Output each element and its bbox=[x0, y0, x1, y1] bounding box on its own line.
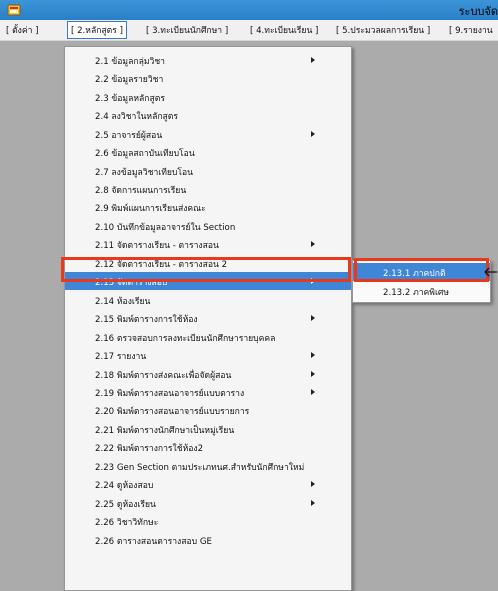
menu-settings[interactable]: [ ตั้งค่า ] bbox=[6, 23, 39, 37]
submenu-item-label: 2.13.2 ภาคพิเศษ bbox=[383, 288, 450, 298]
menu-item-label: 2.22 พิมพ์ตารางการใช้ห้อง2 bbox=[95, 444, 204, 454]
title-bar: ระบบจัด bbox=[0, 0, 498, 20]
menu-item-2-1[interactable]: 2.1 ข้อมูลกลุ่มวิชา bbox=[65, 51, 351, 69]
menu-item-2-14[interactable]: 2.14 ห้องเรียน bbox=[65, 291, 351, 309]
pointer-arrow-icon bbox=[484, 267, 497, 277]
menu-item-label: 2.7 ลงข้อมูลวิชาเทียบโอน bbox=[95, 168, 194, 178]
menu-item-2-18[interactable]: 2.18 พิมพ์ตารางส่งคณะเพื่อจัดผู้สอน bbox=[65, 365, 351, 383]
menu-grade-processing[interactable]: [ 5.ประมวลผลการเรียน ] bbox=[336, 23, 430, 37]
menu-item-label: 2.3 ข้อมูลหลักสูตร bbox=[95, 94, 165, 104]
menu-item-2-15[interactable]: 2.15 พิมพ์ตารางการใช้ห้อง bbox=[65, 309, 351, 327]
menu-item-label: 2.23 Gen Section ตามประเภทนศ.สำหรับนักศึ… bbox=[95, 463, 305, 473]
app-icon[interactable] bbox=[7, 3, 21, 17]
menu-item-2-7[interactable]: 2.7 ลงข้อมูลวิชาเทียบโอน bbox=[65, 162, 351, 180]
menu-item-label: 2.15 พิมพ์ตารางการใช้ห้อง bbox=[95, 315, 198, 325]
menu-item-label: 2.21 พิมพ์ตารางนักศึกษาเป็นหมู่เรียน bbox=[95, 426, 235, 436]
menu-item-label: 2.26 วิชาวิทักษะ bbox=[95, 518, 159, 528]
menu-item-2-17[interactable]: 2.17 รายงาน bbox=[65, 346, 351, 364]
menu-student-registry[interactable]: [ 3.ทะเบียนนักศึกษา ] bbox=[146, 23, 228, 37]
submenu-arrow-icon bbox=[311, 315, 315, 321]
menu-item-2-25[interactable]: 2.25 ดูห้องเรียน bbox=[65, 494, 351, 512]
menu-item-2-26-ge[interactable]: 2.26 ตารางสอนตารางสอบ GE bbox=[65, 531, 351, 549]
curriculum-dropdown-menu: 2.1 ข้อมูลกลุ่มวิชา 2.2 ข้อมูลรายวิชา 2.… bbox=[64, 46, 352, 591]
highlight-box-submenu-item bbox=[354, 258, 489, 282]
menu-item-2-4[interactable]: 2.4 ลงวิชาในหลักสูตร bbox=[65, 106, 351, 124]
menu-item-2-5[interactable]: 2.5 อาจารย์ผู้สอน bbox=[65, 125, 351, 143]
highlight-box-menu-item bbox=[61, 257, 351, 282]
menu-curriculum[interactable]: [ 2.หลักสูตร ] bbox=[67, 21, 127, 39]
menu-reports[interactable]: [ 9.รายงาน bbox=[449, 23, 493, 37]
submenu-arrow-icon bbox=[311, 500, 315, 506]
menu-item-2-20[interactable]: 2.20 พิมพ์ตารางสอนอาจารย์แบบรายการ bbox=[65, 401, 351, 419]
window-title: ระบบจัด bbox=[458, 5, 498, 18]
menu-item-label: 2.8 จัดการแผนการเรียน bbox=[95, 186, 187, 196]
menu-enrollment[interactable]: [ 4.ทะเบียนเรียน ] bbox=[250, 23, 318, 37]
menu-item-label: 2.10 บันทึกข้อมูลอาจารย์ใน Section bbox=[95, 223, 236, 233]
menu-item-2-9[interactable]: 2.9 พิมพ์แผนการเรียนส่งคณะ bbox=[65, 198, 351, 216]
menu-item-2-19[interactable]: 2.19 พิมพ์ตารางสอนอาจารย์แบบตาราง bbox=[65, 383, 351, 401]
menu-item-label: 2.19 พิมพ์ตารางสอนอาจารย์แบบตาราง bbox=[95, 389, 245, 399]
menu-item-2-6[interactable]: 2.6 ข้อมูลสถาบันเทียบโอน bbox=[65, 143, 351, 161]
menu-item-label: 2.9 พิมพ์แผนการเรียนส่งคณะ bbox=[95, 204, 206, 214]
menu-item-2-11[interactable]: 2.11 จัดตารางเรียน - ตารางสอน bbox=[65, 235, 351, 253]
submenu-arrow-icon bbox=[311, 481, 315, 487]
menu-item-2-26[interactable]: 2.26 วิชาวิทักษะ bbox=[65, 512, 351, 530]
menu-item-label: 2.6 ข้อมูลสถาบันเทียบโอน bbox=[95, 149, 195, 159]
submenu-arrow-icon bbox=[311, 241, 315, 247]
submenu-arrow-icon bbox=[311, 352, 315, 358]
menu-item-2-16[interactable]: 2.16 ตรวจสอบการลงทะเบียนนักศึกษารายบุคคล bbox=[65, 328, 351, 346]
menu-item-2-10[interactable]: 2.10 บันทึกข้อมูลอาจารย์ใน Section bbox=[65, 217, 351, 235]
menu-item-label: 2.1 ข้อมูลกลุ่มวิชา bbox=[95, 57, 165, 67]
menu-item-label: 2.24 ดูห้องสอบ bbox=[95, 481, 154, 491]
menu-item-2-21[interactable]: 2.21 พิมพ์ตารางนักศึกษาเป็นหมู่เรียน bbox=[65, 420, 351, 438]
submenu-arrow-icon bbox=[311, 371, 315, 377]
menu-item-label: 2.5 อาจารย์ผู้สอน bbox=[95, 131, 163, 141]
menu-item-label: 2.11 จัดตารางเรียน - ตารางสอน bbox=[95, 241, 219, 251]
menu-item-2-3[interactable]: 2.3 ข้อมูลหลักสูตร bbox=[65, 88, 351, 106]
submenu-arrow-icon bbox=[311, 131, 315, 137]
menu-item-label: 2.4 ลงวิชาในหลักสูตร bbox=[95, 112, 178, 122]
menu-item-2-24[interactable]: 2.24 ดูห้องสอบ bbox=[65, 475, 351, 493]
menu-item-2-2[interactable]: 2.2 ข้อมูลรายวิชา bbox=[65, 69, 351, 87]
menu-item-label: 2.14 ห้องเรียน bbox=[95, 297, 151, 307]
menu-item-label: 2.2 ข้อมูลรายวิชา bbox=[95, 75, 164, 85]
submenu-item-2-13-2[interactable]: 2.13.2 ภาคพิเศษ bbox=[353, 282, 490, 300]
submenu-arrow-icon bbox=[311, 57, 315, 63]
menu-item-label: 2.20 พิมพ์ตารางสอนอาจารย์แบบรายการ bbox=[95, 407, 250, 417]
menu-item-label: 2.18 พิมพ์ตารางส่งคณะเพื่อจัดผู้สอน bbox=[95, 371, 232, 381]
menu-item-label: 2.26 ตารางสอนตารางสอบ GE bbox=[95, 537, 212, 547]
submenu-arrow-icon bbox=[311, 389, 315, 395]
menu-item-label: 2.25 ดูห้องเรียน bbox=[95, 500, 156, 510]
menu-item-label: 2.17 รายงาน bbox=[95, 352, 147, 362]
menu-item-2-8[interactable]: 2.8 จัดการแผนการเรียน bbox=[65, 180, 351, 198]
menu-bar: [ ตั้งค่า ] [ 2.หลักสูตร ] [ 3.ทะเบียนนั… bbox=[0, 20, 498, 41]
menu-item-2-23[interactable]: 2.23 Gen Section ตามประเภทนศ.สำหรับนักศึ… bbox=[65, 457, 351, 475]
menu-item-label: 2.16 ตรวจสอบการลงทะเบียนนักศึกษารายบุคคล bbox=[95, 334, 276, 344]
menu-item-2-22[interactable]: 2.22 พิมพ์ตารางการใช้ห้อง2 bbox=[65, 438, 351, 456]
